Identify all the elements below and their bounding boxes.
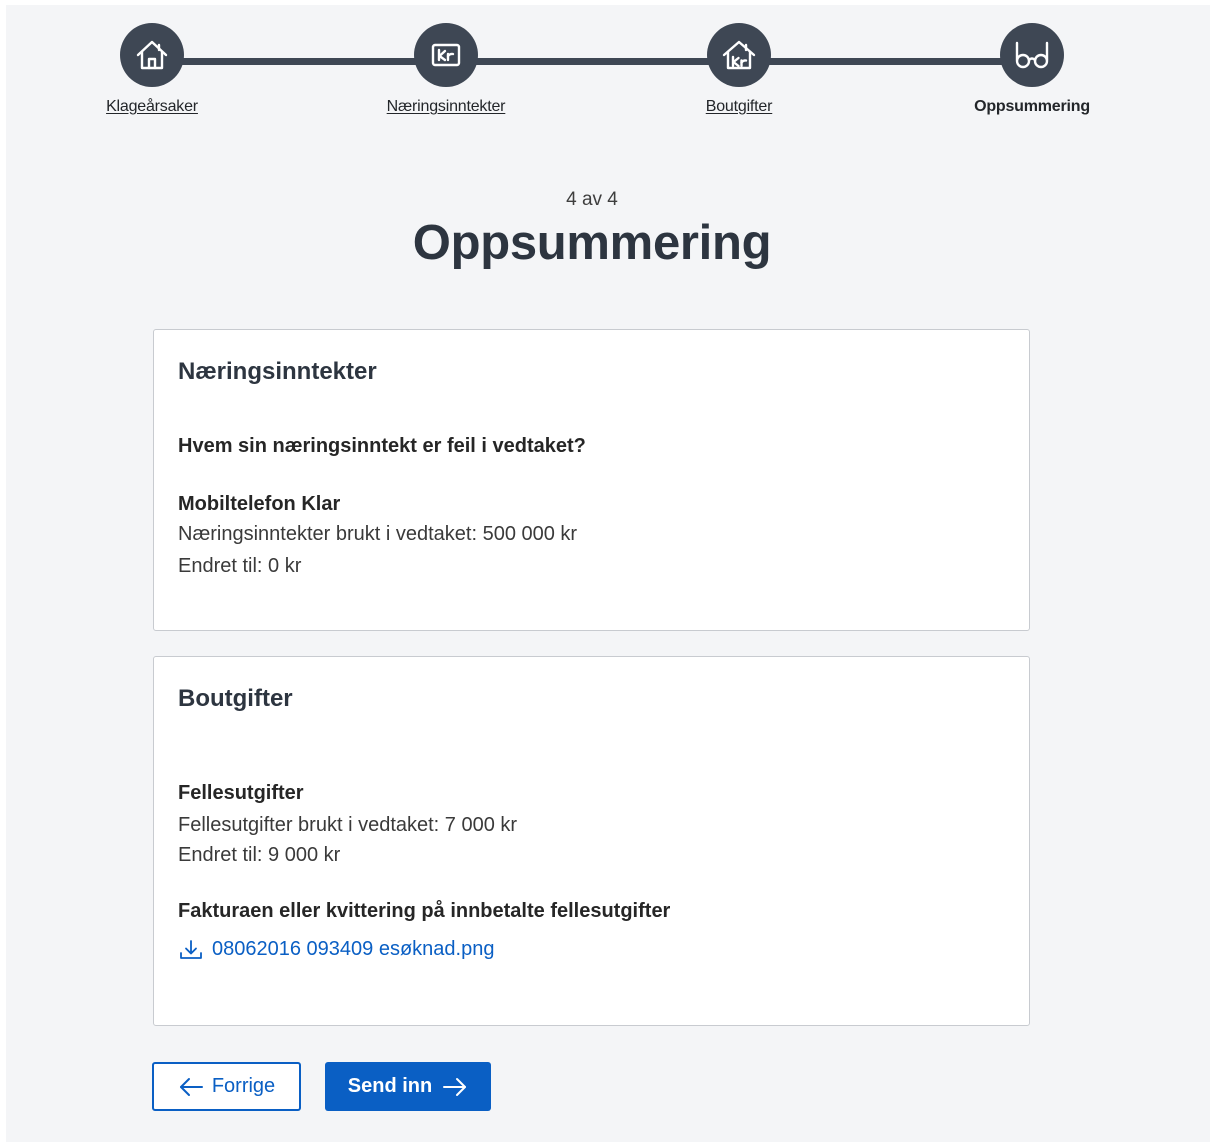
step-oppsummering: Oppsummering: [922, 23, 1142, 116]
housing-used-value: Fellesutgifter brukt i vedtaket: 7 000 k…: [178, 814, 518, 836]
page-title: Oppsummering: [412, 216, 772, 270]
page: Klageårsaker Næringsinntekter Boutgifter…: [6, 5, 1210, 1142]
stepper-connector-line: [152, 58, 1032, 65]
kr-box-icon: [431, 43, 461, 67]
income-question: Hvem sin næringsinntekt er feil i vedtak…: [178, 435, 586, 457]
income-person-name: Mobiltelefon Klar: [178, 493, 341, 515]
step-label-current: Oppsummering: [974, 98, 1090, 115]
step-counter: 4 av 4: [566, 189, 618, 210]
housing-summary-panel: Boutgifter Fellesutgifter Fellesutgifter…: [153, 656, 1030, 1026]
arrow-left-icon: [179, 1077, 203, 1096]
income-panel-title: Næringsinntekter: [178, 358, 377, 385]
step-circle[interactable]: [120, 23, 184, 87]
previous-button-label[interactable]: Forrige: [212, 1075, 275, 1098]
income-changed-value: Endret til: 0 kr: [178, 555, 302, 577]
submit-button[interactable]: Send inn: [325, 1062, 491, 1111]
step-label-link[interactable]: Klageårsaker: [106, 98, 198, 116]
housing-panel-title: Boutgifter: [178, 685, 293, 712]
progress-stepper: Klageårsaker Næringsinntekter Boutgifter…: [6, 5, 1210, 125]
house-icon: [136, 40, 168, 70]
step-label-link[interactable]: Næringsinntekter: [387, 98, 506, 116]
attachment-file-name[interactable]: 08062016 093409 esøknad.png: [212, 938, 494, 961]
step-circle: [1000, 23, 1064, 87]
step-boutgifter[interactable]: Boutgifter: [629, 23, 849, 116]
housing-changed-value: Endret til: 9 000 kr: [178, 844, 341, 866]
glasses-icon: [1015, 41, 1049, 69]
housing-attachment-title: Fakturaen eller kvittering på innbetalte…: [178, 900, 671, 922]
step-label-link[interactable]: Boutgifter: [706, 98, 773, 116]
income-used-value: Næringsinntekter brukt i vedtaket: 500 0…: [178, 523, 578, 545]
step-circle[interactable]: [707, 23, 771, 87]
step-naeringsinntekter[interactable]: Næringsinntekter: [336, 23, 556, 116]
housing-item-title: Fellesutgifter: [178, 782, 304, 804]
step-klagearsaker[interactable]: Klageårsaker: [42, 23, 262, 116]
income-summary-panel: Næringsinntekter Hvem sin næringsinntekt…: [153, 329, 1030, 631]
arrow-right-icon: [443, 1077, 467, 1096]
step-circle[interactable]: [414, 23, 478, 87]
submit-button-label[interactable]: Send inn: [348, 1075, 432, 1098]
house-kr-icon: [722, 40, 756, 70]
attachment-download-link[interactable]: 08062016 093409 esøknad.png: [178, 938, 494, 961]
previous-button[interactable]: Forrige: [152, 1062, 301, 1111]
download-icon: [180, 939, 202, 959]
